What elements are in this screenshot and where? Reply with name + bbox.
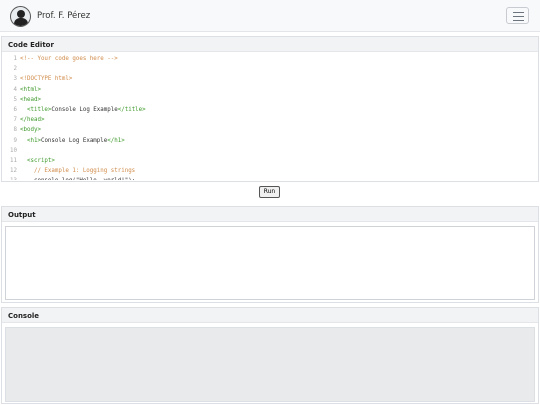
line-number: 9 xyxy=(13,137,18,144)
code-line: 5 <head> xyxy=(6,95,534,105)
code-editor-textarea[interactable]: 1 <!-- Your code goes here --> 2 3 <!DOCTYPE… xyxy=(6,54,534,180)
code-token: <body> xyxy=(20,127,41,134)
line-number: 1 xyxy=(13,56,18,62)
code-token: <head> xyxy=(20,96,41,103)
code-token: </head> xyxy=(20,117,45,124)
code-token: // Example 1: Logging strings xyxy=(20,168,136,175)
code-line: 1 <!-- Your code goes here --> xyxy=(6,54,534,64)
code-line: 6 <title> Console Log Example </title> xyxy=(6,105,534,115)
code-line: 2 xyxy=(6,64,534,74)
code-token: <html> xyxy=(20,86,41,93)
console-panel: Console xyxy=(1,307,539,404)
code-token: Console Log Example xyxy=(40,137,108,144)
run-button[interactable]: Run xyxy=(259,186,280,198)
code-editor-panel: Code Editor 1 <!-- Your code goes here --… xyxy=(1,36,539,182)
code-line: 8 <body> xyxy=(6,125,534,135)
navbar: Prof. F. Pérez xyxy=(0,0,540,32)
line-number: 12 xyxy=(10,168,17,175)
code-line: 11 <script> xyxy=(6,156,534,166)
output-title: Output xyxy=(2,207,538,222)
code-line: 12 // Example 1: Logging strings xyxy=(6,166,534,176)
line-number: 11 xyxy=(10,157,17,164)
code-editor-title: Code Editor xyxy=(2,37,538,52)
brand[interactable]: Prof. F. Pérez xyxy=(10,5,90,27)
code-token: </title> xyxy=(117,106,146,113)
code-line: 7 </head> xyxy=(6,115,534,125)
professor-avatar-icon xyxy=(10,5,31,27)
line-number: 5 xyxy=(13,96,18,103)
code-line: 9 <h1> Console Log Example </h1> xyxy=(6,136,534,146)
line-number: 3 xyxy=(13,76,18,83)
line-number: 10 xyxy=(10,147,17,154)
line-number: 6 xyxy=(13,106,18,113)
code-line: 13 console.log("Hello, world!"); xyxy=(6,176,534,180)
brand-name: Prof. F. Pérez xyxy=(37,11,91,21)
code-line: 10 xyxy=(6,146,534,156)
code-token: <!-- Your code goes here --> xyxy=(20,56,118,62)
line-number: 2 xyxy=(13,66,18,73)
code-token: <h1> xyxy=(20,137,41,144)
hamburger-menu-icon xyxy=(513,12,524,13)
output-frame[interactable] xyxy=(5,226,535,300)
code-token: <script> xyxy=(20,157,55,164)
console-output-area[interactable] xyxy=(5,327,535,402)
code-token: </h1> xyxy=(107,137,125,144)
code-token: console.log("Hello, world!"); xyxy=(20,176,135,180)
hamburger-menu-button[interactable] xyxy=(506,7,529,24)
code-token: <!DOCTYPE html> xyxy=(20,76,73,83)
console-title: Console xyxy=(2,308,538,323)
line-number: 8 xyxy=(13,127,18,134)
code-line: 3 <!DOCTYPE html> xyxy=(6,74,534,84)
line-number: 4 xyxy=(13,86,18,93)
line-number: 13 xyxy=(6,176,17,180)
code-token: <title> xyxy=(20,106,52,113)
output-panel: Output xyxy=(1,206,539,303)
code-token: Console Log Example xyxy=(51,106,118,113)
code-line: 4 <html> xyxy=(6,85,534,95)
line-number: 7 xyxy=(13,117,18,124)
